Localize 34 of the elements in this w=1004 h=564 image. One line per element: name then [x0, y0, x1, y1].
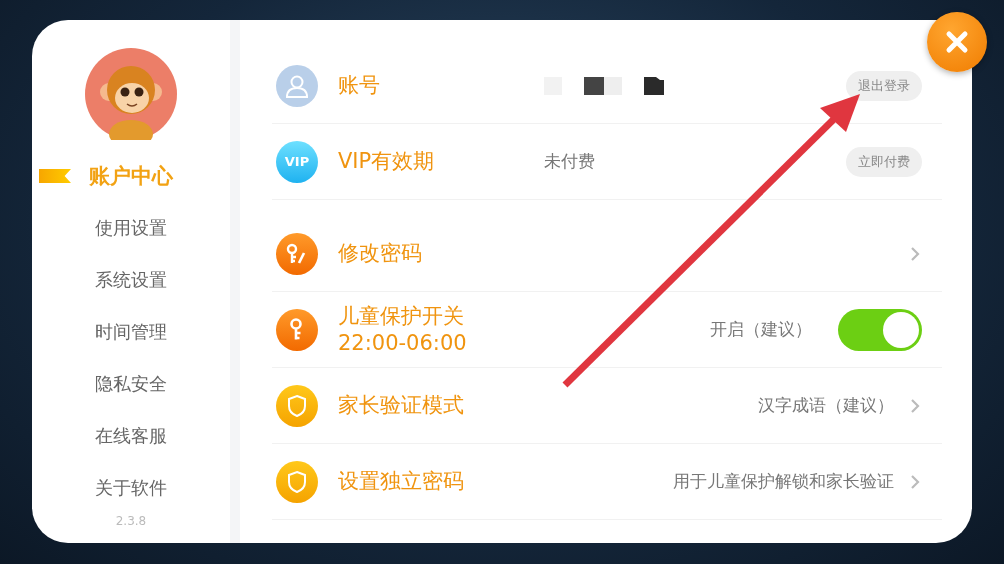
pay-button[interactable]: 立即付费 [846, 146, 922, 177]
sidebar-item[interactable]: 使用设置 [95, 202, 167, 254]
sidebar-item[interactable]: 隐私安全 [95, 358, 167, 410]
setting-value: 汉字成语（建议） [758, 394, 894, 417]
vip-status: 未付费 [544, 150, 595, 173]
key-pen-icon [276, 232, 318, 275]
person-icon [276, 64, 318, 107]
sidebar-item[interactable]: 关于软件 [95, 462, 167, 514]
time-range: 22:00-06:00 [338, 329, 468, 356]
sidebar-item[interactable]: 系统设置 [95, 254, 167, 306]
setting-value: 用于儿童保护解锁和家长验证 [673, 470, 894, 493]
setting-title: 修改密码 [338, 240, 423, 267]
setting-row[interactable]: 设置独立密码 用于儿童保护解锁和家长验证 [272, 444, 942, 520]
setting-title: VIP有效期 [338, 148, 436, 175]
vip-icon: VIP [276, 140, 318, 183]
chevron-right-icon[interactable] [908, 244, 922, 263]
chevron-right-icon[interactable] [908, 472, 922, 491]
setting-title: 设置独立密码 [338, 468, 465, 495]
sidebar-item[interactable]: 在线客服 [95, 410, 167, 462]
version-number: 2.3.8 [115, 514, 147, 528]
close-button[interactable] [927, 12, 987, 72]
shield-icon [276, 384, 318, 427]
sidebar-item[interactable]: 时间管理 [95, 306, 167, 358]
setting-title: 家长验证模式 [338, 392, 465, 419]
chevron-right-icon[interactable] [908, 396, 922, 415]
shield-icon [276, 460, 318, 503]
setting-title: 账号 [338, 72, 381, 99]
setting-value: 开启（建议） [710, 318, 812, 341]
setting-title: 儿童保护开关 [338, 303, 465, 330]
active-ribbon [39, 169, 71, 183]
logout-button[interactable]: 退出登录 [846, 70, 922, 101]
toggle-switch[interactable] [838, 308, 922, 351]
setting-row[interactable]: 家长验证模式 汉字成语（建议） [272, 368, 942, 444]
key-icon [276, 308, 318, 351]
